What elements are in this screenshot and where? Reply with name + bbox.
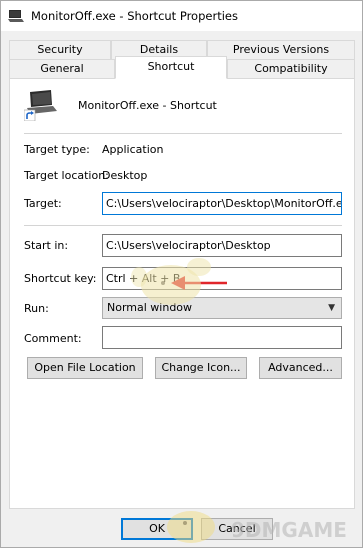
start-in-label: Start in: (24, 239, 69, 252)
tab-general[interactable]: General (9, 59, 115, 79)
tab-shortcut[interactable]: Shortcut (115, 56, 227, 79)
window-title: MonitorOff.exe - Shortcut Properties (31, 9, 238, 23)
tab-label: Details (139, 43, 179, 56)
title-bar[interactable]: MonitorOff.exe - Shortcut Properties (1, 1, 362, 31)
tab-previous-versions[interactable]: Previous Versions (207, 40, 355, 60)
target-type-label: Target type: (24, 143, 90, 156)
separator (24, 225, 342, 226)
comment-input[interactable] (102, 326, 342, 349)
watermark-logo-icon (167, 511, 215, 543)
tab-label: Previous Versions (232, 43, 330, 56)
shortcut-key-label: Shortcut key: (24, 272, 97, 285)
tab-compatibility[interactable]: Compatibility (227, 59, 355, 79)
laptop-icon (24, 90, 57, 121)
advanced-button[interactable]: Advanced... (259, 357, 342, 379)
shortcut-name: MonitorOff.exe - Shortcut (78, 99, 217, 112)
watermark-text: 9DMGAME (231, 518, 347, 542)
open-file-location-button[interactable]: Open File Location (27, 357, 143, 379)
target-location-label: Target location: (24, 169, 109, 182)
shortcut-app-icon (8, 10, 24, 22)
tab-security[interactable]: Security (9, 40, 111, 60)
change-icon-button[interactable]: Change Icon... (155, 357, 247, 379)
watermark-mascot-icon (131, 258, 211, 305)
target-location-value: Desktop (102, 169, 148, 182)
separator (24, 133, 342, 134)
run-label: Run: (24, 302, 49, 315)
comment-label: Comment: (24, 332, 82, 345)
target-type-value: Application (102, 143, 164, 156)
properties-window: MonitorOff.exe - Shortcut Properties Sec… (0, 0, 363, 548)
target-label: Target: (24, 197, 62, 210)
tab-label: Shortcut (147, 60, 195, 73)
tab-label: Security (37, 43, 83, 56)
tab-label: Compatibility (254, 62, 328, 75)
target-input[interactable]: C:\Users\velociraptor\Desktop\MonitorOff… (102, 192, 342, 215)
chevron-down-icon: ▼ (328, 303, 335, 313)
tab-label: General (40, 62, 84, 75)
